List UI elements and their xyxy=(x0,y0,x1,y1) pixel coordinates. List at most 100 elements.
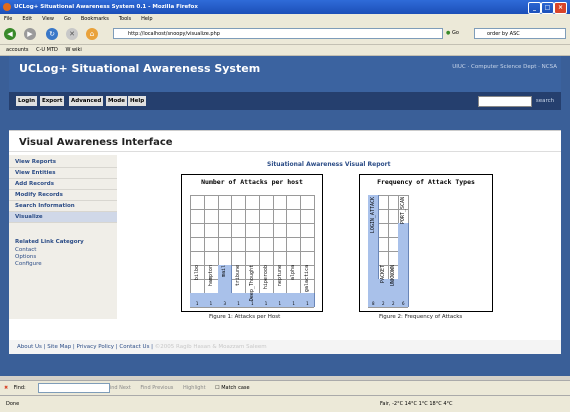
chart1-caption: Figure 1: Attacks per Host xyxy=(209,314,281,320)
chart1-gridline-h xyxy=(190,237,314,238)
bookmark-accounts[interactable]: accounts xyxy=(6,47,29,53)
footer-link-about[interactable]: About Us xyxy=(17,344,42,350)
go-label: Go xyxy=(451,30,459,36)
sidebar-item-add-records[interactable]: Add Records xyxy=(9,179,117,190)
footer-link-privacy[interactable]: Privacy Policy xyxy=(77,344,114,350)
report-title: Situational Awareness Visual Report xyxy=(267,161,391,168)
nav-mode[interactable]: Mode xyxy=(106,96,127,106)
nav-advanced[interactable]: Advanced xyxy=(69,96,104,106)
window-titlebar: UCLog+ Situational Awareness System 0.1 … xyxy=(0,0,570,14)
site-search-button[interactable]: search xyxy=(531,96,559,106)
nav-export[interactable]: Export xyxy=(40,96,65,106)
bookmarks-toolbar: accounts C-U MTD W wiki xyxy=(0,45,570,56)
department-links[interactable]: UIUC · Computer Science Dept · NCSA xyxy=(452,64,557,70)
chart1-value-label: 1 xyxy=(251,301,254,306)
minimize-button[interactable]: _ xyxy=(528,2,541,14)
chart1-gridline-v xyxy=(314,195,315,307)
find-next-button[interactable]: Find Next xyxy=(107,385,130,391)
chart1-bar-label: neptune xyxy=(276,265,283,287)
chart1-value-label: 1 xyxy=(292,301,295,306)
footer-link-sitemap[interactable]: Site Map xyxy=(47,344,71,350)
page-footer: About Us | Site Map | Privacy Policy | C… xyxy=(9,340,561,354)
page-title: Visual Awareness Interface xyxy=(19,137,173,148)
app-header: UCLog+ Situational Awareness System UIUC… xyxy=(9,56,561,92)
sidebar-item-modify-records[interactable]: Modify Records xyxy=(9,190,117,201)
chart1-bar-label: hiperoob xyxy=(262,265,269,290)
chart1-title: Number of Attacks per host xyxy=(201,178,303,186)
chart2-bar-label: UNKNOWN xyxy=(390,265,396,287)
weather-forecast: Fair, -2°C 14°C 1°C 18°C 4°C xyxy=(380,401,453,407)
reload-icon[interactable]: ↻ xyxy=(46,28,58,40)
sidebar-item-search-information[interactable]: Search Information xyxy=(9,201,117,212)
chart2-value-label: 6 xyxy=(402,301,405,306)
menu-help[interactable]: Help xyxy=(141,16,152,22)
chart1-bar-label: galactica xyxy=(304,265,311,293)
chart2-value-label: 2 xyxy=(392,301,395,306)
status-bar: Done Fair, -2°C 14°C 1°C 18°C 4°C xyxy=(0,395,570,412)
menu-bookmarks[interactable]: Bookmarks xyxy=(81,16,109,22)
nav-login[interactable]: Login xyxy=(16,96,38,106)
chart1-bar-label: hampton xyxy=(207,265,214,287)
chart1-gridline-h xyxy=(190,223,314,224)
chart1-value-label: 1 xyxy=(195,301,199,306)
maximize-button[interactable]: □ xyxy=(541,2,554,14)
chart2-value-label: 8 xyxy=(372,301,375,306)
related-link-heading: Related Link Category xyxy=(15,239,84,245)
footer-link-contact[interactable]: Contact Us xyxy=(119,344,149,350)
attack-types-chart: Frequency of Attack Types LOGIN_ATTACK 8 P… xyxy=(359,174,493,312)
go-icon: ● xyxy=(446,30,451,36)
chart1-gridline-h xyxy=(190,195,314,196)
related-link-contact[interactable]: Contact xyxy=(15,247,36,253)
menu-edit[interactable]: Edit xyxy=(22,16,32,22)
bookmark-cumtd[interactable]: C-U MTD xyxy=(36,47,58,53)
related-link-configure[interactable]: Configure xyxy=(15,261,42,267)
match-case-checkbox[interactable]: ☐ Match case xyxy=(215,385,249,391)
find-previous-button[interactable]: Find Previous xyxy=(140,385,173,391)
url-input[interactable]: http://localhost/snoopy/visualize.php xyxy=(113,28,443,39)
chart2-bar-label: PORT_SCAN xyxy=(400,197,406,225)
sidebar-item-view-entities[interactable]: View Entities xyxy=(9,168,117,179)
sidebar-item-view-reports[interactable]: View Reports xyxy=(9,157,117,168)
nav-help[interactable]: Help xyxy=(128,96,147,106)
chart2-bar-label: PACKET xyxy=(380,265,386,284)
chart1-bar-label: alpha xyxy=(290,265,297,281)
chart1-bar-label: mail xyxy=(221,265,228,278)
related-link-options[interactable]: Options xyxy=(15,254,36,260)
sidebar: View Reports View Entities Add Records M… xyxy=(9,155,117,319)
chart1-gridline-h xyxy=(190,307,314,308)
firefox-icon xyxy=(3,3,11,11)
chart1-value-label: 1 xyxy=(237,301,240,306)
bookmark-wiki[interactable]: W wiki xyxy=(65,47,81,53)
browser-search-input[interactable]: order by ASC xyxy=(474,28,566,39)
chart1-value-label: 1 xyxy=(306,301,309,306)
app-title: UCLog+ Situational Awareness System xyxy=(19,62,261,75)
menu-bar: File Edit View Go Bookmarks Tools Help xyxy=(0,14,570,24)
menu-file[interactable]: File xyxy=(4,16,12,22)
sidebar-item-visualize[interactable]: Visualize xyxy=(9,212,117,223)
copyright: ©2005 Ragib Hasan & Moazzam Saleem xyxy=(154,344,267,350)
go-button[interactable]: ● Go xyxy=(446,30,459,36)
chart2-caption: Figure 2: Frequency of Attacks xyxy=(379,314,463,320)
menu-go[interactable]: Go xyxy=(64,16,71,22)
chart1-bar-label: tribune xyxy=(235,265,242,287)
site-search-input[interactable] xyxy=(478,96,532,107)
menu-view[interactable]: View xyxy=(42,16,54,22)
close-find-icon[interactable]: ✖ xyxy=(4,385,8,391)
find-input[interactable] xyxy=(38,383,110,393)
close-button[interactable]: × xyxy=(554,2,567,14)
attacks-per-host-chart: Number of Attacks per host bilbo 1 hampton… xyxy=(181,174,323,312)
chart2-value-label: 2 xyxy=(382,301,385,306)
back-icon[interactable]: ◀ xyxy=(4,28,16,40)
status-text: Done xyxy=(6,401,20,407)
menu-tools[interactable]: Tools xyxy=(119,16,131,22)
highlight-button[interactable]: Highlight xyxy=(183,385,206,391)
home-icon[interactable]: ⌂ xyxy=(86,28,98,40)
chart2-bar xyxy=(398,223,409,307)
chart1-bar-label: bilbo xyxy=(193,265,200,281)
main-content: Visual Awareness Interface View Reports … xyxy=(9,130,561,341)
chart1-value-label: 1 xyxy=(264,301,268,306)
forward-icon[interactable]: ▶ xyxy=(24,28,36,40)
stop-icon[interactable]: ✕ xyxy=(66,28,78,40)
chart1-gridline-h xyxy=(190,209,314,210)
chart1-value-label: 1 xyxy=(278,301,282,306)
